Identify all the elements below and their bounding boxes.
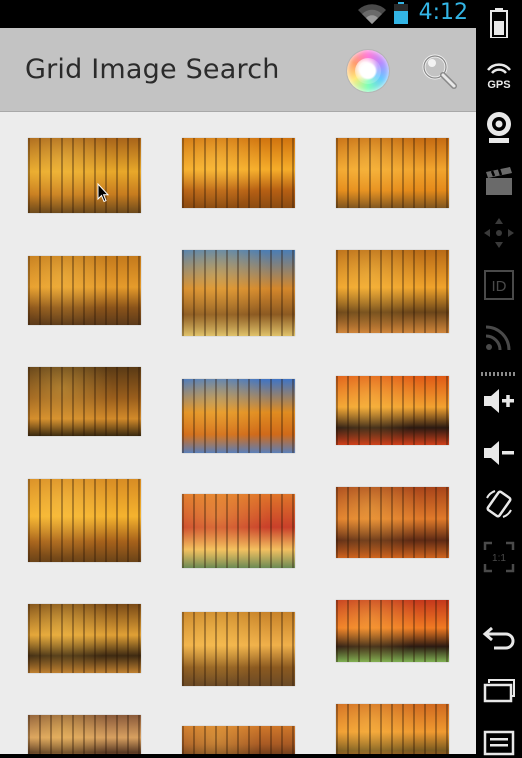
- action-bar: Grid Image Search: [0, 28, 476, 112]
- mouse-cursor-icon: [97, 183, 109, 203]
- thumbnail-texture: [336, 487, 449, 558]
- id-icon[interactable]: ID: [482, 268, 516, 302]
- recent-apps-icon[interactable]: [482, 674, 516, 708]
- status-bar: 4:12: [0, 0, 476, 28]
- image-thumbnail[interactable]: [336, 250, 449, 333]
- device-screen: 4:12 Grid Image Search: [0, 0, 476, 754]
- image-thumbnail[interactable]: [28, 256, 141, 325]
- gps-label: GPS: [487, 79, 510, 91]
- scale-label: 1:1: [492, 553, 506, 564]
- thumbnail-texture: [182, 612, 295, 686]
- webcam-icon[interactable]: [482, 110, 516, 144]
- separator-dots: [481, 372, 517, 376]
- image-thumbnail[interactable]: [336, 487, 449, 558]
- image-thumbnail[interactable]: [182, 379, 295, 453]
- image-thumbnail[interactable]: [336, 704, 449, 754]
- thumbnail-texture: [28, 715, 141, 754]
- battery-icon[interactable]: [482, 6, 516, 40]
- volume-down-icon[interactable]: [482, 436, 516, 470]
- image-thumbnail[interactable]: [182, 494, 295, 568]
- dpad-icon[interactable]: [482, 216, 516, 250]
- image-grid: [0, 112, 476, 754]
- image-thumbnail[interactable]: [182, 138, 295, 208]
- image-thumbnail[interactable]: [336, 376, 449, 445]
- back-icon[interactable]: [482, 620, 516, 654]
- thumbnail-texture: [336, 250, 449, 333]
- status-time: 4:12: [418, 0, 468, 25]
- ball-icon[interactable]: [347, 50, 389, 92]
- image-thumbnail[interactable]: [28, 367, 141, 436]
- thumbnail-texture: [182, 250, 295, 336]
- app-title: Grid Image Search: [25, 54, 280, 85]
- thumbnail-texture: [182, 726, 295, 754]
- image-thumbnail[interactable]: [28, 479, 141, 562]
- image-thumbnail[interactable]: [182, 726, 295, 754]
- thumbnail-texture: [182, 138, 295, 208]
- image-thumbnail[interactable]: [28, 715, 141, 754]
- id-label: ID: [492, 278, 507, 295]
- image-thumbnail[interactable]: [28, 604, 141, 673]
- thumbnail-texture: [182, 379, 295, 453]
- image-thumbnail[interactable]: [336, 600, 449, 662]
- menu-icon[interactable]: [482, 724, 516, 758]
- search-icon[interactable]: [418, 50, 460, 92]
- emulator-side-panel: GPS ID 1:1: [476, 0, 522, 756]
- wifi-signal-icon[interactable]: [482, 320, 516, 354]
- image-thumbnail[interactable]: [182, 612, 295, 686]
- wifi-status-icon: [358, 4, 386, 25]
- thumbnail-texture: [28, 367, 141, 436]
- thumbnail-texture: [28, 604, 141, 673]
- thumbnail-texture: [336, 376, 449, 445]
- thumbnail-texture: [336, 600, 449, 662]
- image-thumbnail[interactable]: [28, 138, 141, 213]
- thumbnail-texture: [28, 138, 141, 213]
- image-thumbnail[interactable]: [336, 138, 449, 208]
- scale-icon[interactable]: 1:1: [482, 540, 516, 574]
- thumbnail-texture: [28, 256, 141, 325]
- volume-up-icon[interactable]: [482, 384, 516, 418]
- image-thumbnail[interactable]: [182, 250, 295, 336]
- thumbnail-texture: [336, 138, 449, 208]
- thumbnail-texture: [182, 494, 295, 568]
- battery-status-icon: [394, 2, 408, 24]
- rotate-icon[interactable]: [482, 487, 516, 521]
- thumbnail-texture: [28, 479, 141, 562]
- thumbnail-texture: [336, 704, 449, 754]
- clapper-icon[interactable]: [482, 164, 516, 198]
- gps-icon[interactable]: GPS: [482, 58, 516, 92]
